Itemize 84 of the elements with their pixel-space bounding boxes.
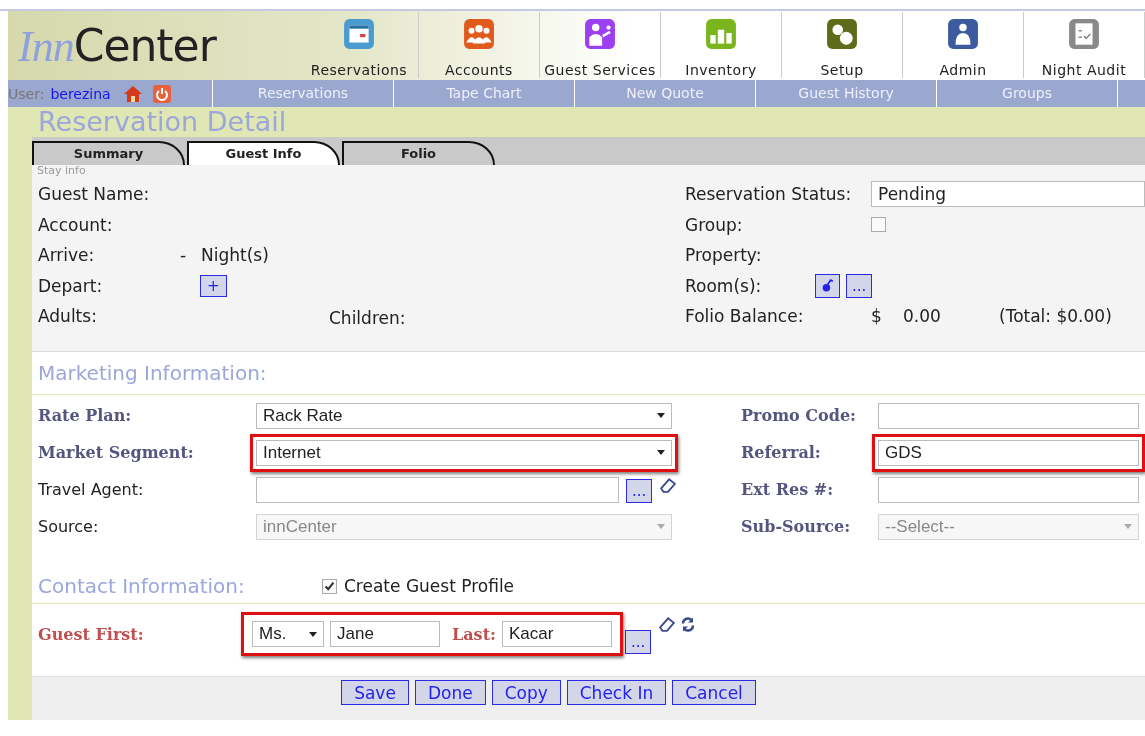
action-button[interactable]: Copy <box>491 680 561 705</box>
action-button[interactable]: Done <box>414 680 486 705</box>
field-label: Children: <box>329 308 406 329</box>
field-label: Guest First: <box>38 624 145 644</box>
people-icon[interactable] <box>463 18 495 50</box>
caret-icon <box>657 524 665 529</box>
module-link[interactable]: Guest Services <box>544 62 656 78</box>
group-checkbox[interactable] <box>871 217 886 233</box>
field-label: Market Segment: <box>38 443 195 462</box>
module-link[interactable]: Admin <box>939 62 987 78</box>
field-label: Last: <box>452 624 496 644</box>
field-label: Guest Name: <box>38 184 151 205</box>
last-name-field[interactable]: Kacar <box>501 621 612 647</box>
room-assign-button[interactable] <box>815 273 840 298</box>
input-field[interactable] <box>256 476 619 503</box>
module-link[interactable]: Setup <box>820 62 864 78</box>
bar-chart-icon[interactable] <box>705 18 737 50</box>
dropdown[interactable]: Internet <box>256 439 672 466</box>
tab[interactable]: Guest Info <box>187 141 340 165</box>
caret-icon <box>1124 524 1132 529</box>
field-label: Account: <box>38 214 114 235</box>
field-label: Reservation Status: <box>685 184 853 205</box>
nights-label: Night(s) <box>201 245 269 266</box>
field-label: Referral: <box>741 443 822 462</box>
caret-icon <box>309 631 317 637</box>
user-label: User: <box>8 85 45 102</box>
logo: InnCenter <box>17 19 218 73</box>
module-link[interactable]: Night Audit <box>1041 62 1127 78</box>
field-label: Folio Balance: <box>685 306 805 327</box>
field-label: Arrive: <box>38 245 96 266</box>
action-button[interactable]: Save <box>341 680 409 705</box>
first-name-field[interactable]: Jane <box>330 621 440 647</box>
calendar-icon[interactable] <box>343 18 375 50</box>
module-link[interactable]: Reservations <box>310 62 408 78</box>
action-button[interactable]: Cancel <box>672 680 756 705</box>
input-field[interactable] <box>878 476 1139 503</box>
currency-symbol: $ <box>871 306 883 327</box>
lookup-button[interactable]: ... <box>624 630 652 654</box>
page-title: Reservation Detail <box>38 107 287 137</box>
tab[interactable]: Folio <box>342 141 495 165</box>
status-field[interactable]: Pending <box>871 181 1145 208</box>
section-heading: Marketing Information: <box>38 361 267 385</box>
field-label: Travel Agent: <box>38 480 145 499</box>
tab[interactable]: Summary <box>32 141 185 165</box>
home-icon[interactable] <box>122 84 143 103</box>
eraser-icon[interactable] <box>657 616 678 632</box>
title-dropdown[interactable]: Ms. <box>252 621 324 647</box>
section-heading: Contact Information: <box>38 574 246 598</box>
gears-icon[interactable] <box>826 18 858 50</box>
add-button[interactable]: + <box>200 274 227 297</box>
profile-checkbox[interactable] <box>322 578 337 594</box>
power-icon[interactable] <box>152 84 171 103</box>
checklist-icon[interactable] <box>1068 18 1100 50</box>
field-label: Promo Code: <box>741 406 857 425</box>
date-separator: - <box>180 245 188 266</box>
checkbox-label: Create Guest Profile <box>344 576 515 596</box>
module-link[interactable]: Accounts <box>445 62 513 78</box>
section-caption: Stay info <box>37 165 87 179</box>
field-label: Rate Plan: <box>38 406 133 425</box>
folio-amount: 0.00 <box>903 306 942 327</box>
field-label: Property: <box>685 245 763 266</box>
module-link[interactable]: Inventory <box>685 62 757 78</box>
input-field[interactable]: GDS <box>878 439 1139 466</box>
folio-total: (Total: $0.00) <box>999 306 1112 327</box>
caret-icon <box>657 450 665 455</box>
person-icon[interactable] <box>947 18 979 50</box>
dropdown[interactable]: Rack Rate <box>256 402 672 429</box>
field-label: Sub-Source: <box>741 517 852 536</box>
field-label: Depart: <box>38 275 104 296</box>
field-label: Source: <box>38 517 100 536</box>
lookup-button[interactable]: ... <box>626 478 653 503</box>
user-name-link[interactable]: berezina <box>50 85 111 102</box>
refresh-icon[interactable] <box>681 616 696 633</box>
action-button[interactable]: Check In <box>566 680 667 705</box>
input-field[interactable] <box>878 402 1139 429</box>
eraser-icon[interactable] <box>658 476 679 493</box>
more-button[interactable]: ... <box>846 273 873 298</box>
waiter-icon[interactable] <box>584 18 616 50</box>
field-label: Ext Res #: <box>741 480 835 499</box>
key-icon <box>821 278 834 294</box>
field-label: Group: <box>685 214 744 235</box>
field-label: Adults: <box>38 306 98 327</box>
caret-icon <box>657 413 665 418</box>
field-label: Room(s): <box>685 275 763 296</box>
